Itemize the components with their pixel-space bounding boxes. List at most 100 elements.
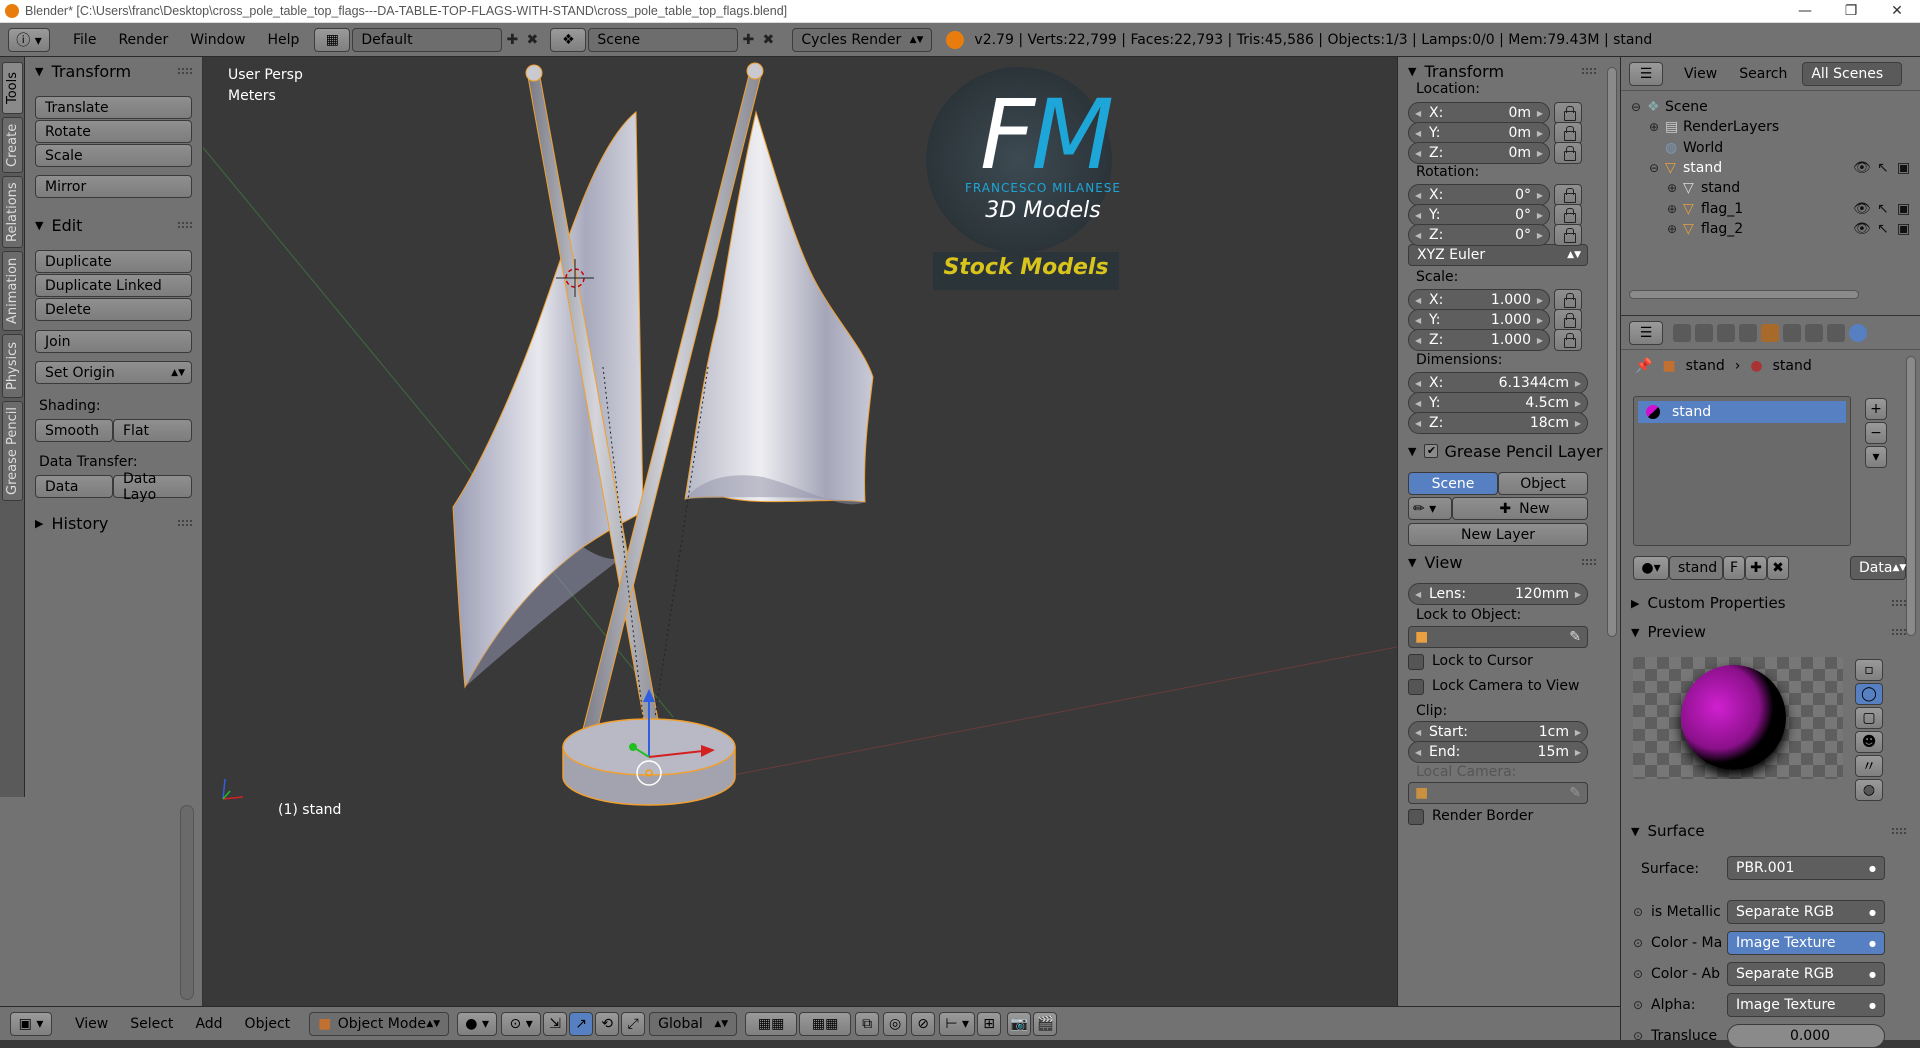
selectable-arrow-icon[interactable]: ↖ [1877,201,1889,217]
add-scene-icon[interactable]: ✚ [738,32,758,48]
screen-layout-field[interactable]: Default [352,27,503,52]
panel-grip[interactable] [178,222,192,228]
preview-hair-icon[interactable]: 〃 [1855,755,1883,777]
layers-tab-icon[interactable] [1695,323,1713,342]
gp-scene-button[interactable]: Scene [1408,472,1498,495]
render-engine-select[interactable]: Cycles Render ▲▼ [792,27,933,52]
edit-panel-header[interactable]: ▼ Edit [35,214,82,236]
tab-physics[interactable]: Physics [2,334,23,398]
menu-window[interactable]: Window [179,32,256,48]
fake-user-button[interactable]: F [1723,556,1745,580]
expand-toggle-icon[interactable]: ⊖ [1649,161,1659,175]
translate-manipulator-icon[interactable]: ↗ [569,1011,594,1036]
lock-layers-icon[interactable]: ⧉ [855,1011,880,1036]
scale-y-field[interactable]: ◀ Y: 1.000 ▶ [1408,309,1550,331]
rotation-x-field[interactable]: ◀ X: 0° ▶ [1408,184,1550,206]
eyedropper-icon[interactable]: ✎ [1569,629,1581,645]
location-y-lock-icon[interactable] [1554,122,1582,144]
visibility-eye-icon[interactable]: 👁 [1853,201,1871,217]
panel-grip[interactable] [1892,629,1906,635]
properties-editor-icon[interactable]: ☰ [1629,320,1663,345]
3d-viewport[interactable]: User Persp Meters (1) stand FM FRANCESCO… [203,57,1397,1006]
snap-target-icon[interactable]: ⊞ [977,1011,1002,1036]
preview-sphere-icon[interactable]: ◯ [1855,683,1883,705]
tab-grease-pencil[interactable]: Grease Pencil [2,401,23,501]
transform-orientation-select[interactable]: Global ▲▼ [649,1011,738,1036]
flag-2-cloth[interactable] [684,110,874,503]
data-tab-icon[interactable] [1827,323,1845,342]
transform-panel-header[interactable]: ▼ Transform [35,60,131,82]
panel-grip[interactable] [1892,600,1906,606]
scale-z-lock-icon[interactable] [1554,329,1582,351]
eyedropper-icon[interactable]: ✎ [1569,785,1581,801]
scale-y-lock-icon[interactable] [1554,309,1582,331]
data-layout-button[interactable]: Data Layo [113,471,192,503]
preview-plane-icon[interactable]: ▫ [1855,659,1883,681]
lock-to-cursor-checkbox[interactable] [1408,654,1424,670]
scene-tab-icon[interactable] [1717,323,1735,342]
operator-scrollbar[interactable] [180,805,194,1000]
dimensions-z-field[interactable]: ◀ Z: 18cm ▶ [1408,412,1588,434]
mirror-button[interactable]: Mirror [35,175,192,198]
socket-toggle-icon[interactable]: ⊙ [1633,936,1643,950]
surface-header[interactable]: ▼ Surface [1631,820,1705,842]
outliner-menu-search[interactable]: Search [1728,66,1798,82]
location-z-field[interactable]: ◀ Z: 0m ▶ [1408,142,1550,164]
dimensions-x-field[interactable]: ◀ X: 6.1344cm ▶ [1408,372,1588,394]
panel-grip[interactable] [1582,68,1596,74]
close-button[interactable]: ✕ [1874,3,1920,19]
scale-z-field[interactable]: ◀ Z: 1.000 ▶ [1408,329,1550,351]
manipulator-toggle-icon[interactable]: ⇲ [543,1011,568,1036]
viewport-scene[interactable] [203,57,1397,1006]
properties-scrollbar[interactable] [1906,356,1916,636]
scale-manipulator-icon[interactable]: ⤢ [621,1011,646,1036]
add-layout-icon[interactable]: ✚ [502,32,522,48]
gp-new-layer-button[interactable]: New Layer [1408,523,1588,546]
render-tab-icon[interactable] [1673,323,1691,342]
menu-render[interactable]: Render [107,32,179,48]
gp-object-button[interactable]: Object [1498,472,1588,495]
socket-toggle-icon[interactable]: ⊙ [1633,905,1643,919]
expand-toggle-icon[interactable]: ⊕ [1667,222,1677,236]
maximize-button[interactable]: ❐ [1828,3,1874,19]
rotation-mode-select[interactable]: XYZ Euler ▲▼ [1408,244,1588,266]
layers-grid-2[interactable]: ▦▦ [799,1011,852,1036]
data-transfer-button[interactable]: Data [35,475,113,498]
duplicate-button[interactable]: Duplicate [35,250,192,273]
remove-layout-icon[interactable]: ✖ [522,32,542,48]
material-link-select[interactable]: Data ▲▼ [1850,556,1906,580]
scene-icon[interactable]: ❖ [550,27,587,52]
preview-header[interactable]: ▼ Preview [1631,621,1706,643]
n-transform-header[interactable]: ▼ Transform [1408,60,1504,82]
flat-button[interactable]: Flat [113,419,192,442]
menu-object[interactable]: Object [234,1016,302,1032]
outliner-item[interactable]: ⊕ ▽ flag_2 👁 ↖ ▣ [1621,217,1911,241]
selectable-arrow-icon[interactable]: ↖ [1877,221,1889,237]
surface-shader-select[interactable]: PBR.001 ● [1727,856,1885,880]
minimize-button[interactable]: — [1782,3,1828,19]
scene-field[interactable]: Scene [588,27,739,52]
surface-input-field[interactable]: Image Texture ● [1727,993,1885,1017]
modifiers-tab-icon[interactable] [1805,323,1823,342]
tab-animation[interactable]: Animation [2,251,23,331]
delete-button[interactable]: Delete [35,298,192,321]
socket-toggle-icon[interactable]: ⊙ [1633,1029,1643,1043]
render-camera-icon[interactable]: ▣ [1897,160,1910,176]
local-camera-field[interactable]: ■ ✎ [1408,782,1588,804]
slot-specials-button[interactable]: ▾ [1865,446,1887,468]
constraints-tab-icon[interactable] [1783,323,1801,342]
expand-toggle-icon[interactable]: ⊕ [1667,202,1677,216]
layers-grid-1[interactable]: ▦▦ [745,1011,798,1036]
viewport-shading-icon[interactable]: ● ▾ [457,1011,498,1036]
grease-pencil-checkbox[interactable]: ✔ [1424,444,1439,458]
menu-file[interactable]: File [62,32,107,48]
panel-grip[interactable] [178,68,192,74]
visibility-eye-icon[interactable]: 👁 [1853,160,1871,176]
panel-grip[interactable] [1892,828,1906,834]
editor-type-3d-icon[interactable]: ▣ ▾ [10,1011,52,1036]
screen-layout-icon[interactable]: ▦ [314,27,351,52]
gp-new-button[interactable]: ✚ New [1452,497,1588,520]
gizmo-y-arrow[interactable] [629,743,637,751]
clip-start-field[interactable]: ◀ Start: 1cm ▶ [1408,721,1588,743]
n-panel-scrollbar[interactable] [1607,67,1617,637]
